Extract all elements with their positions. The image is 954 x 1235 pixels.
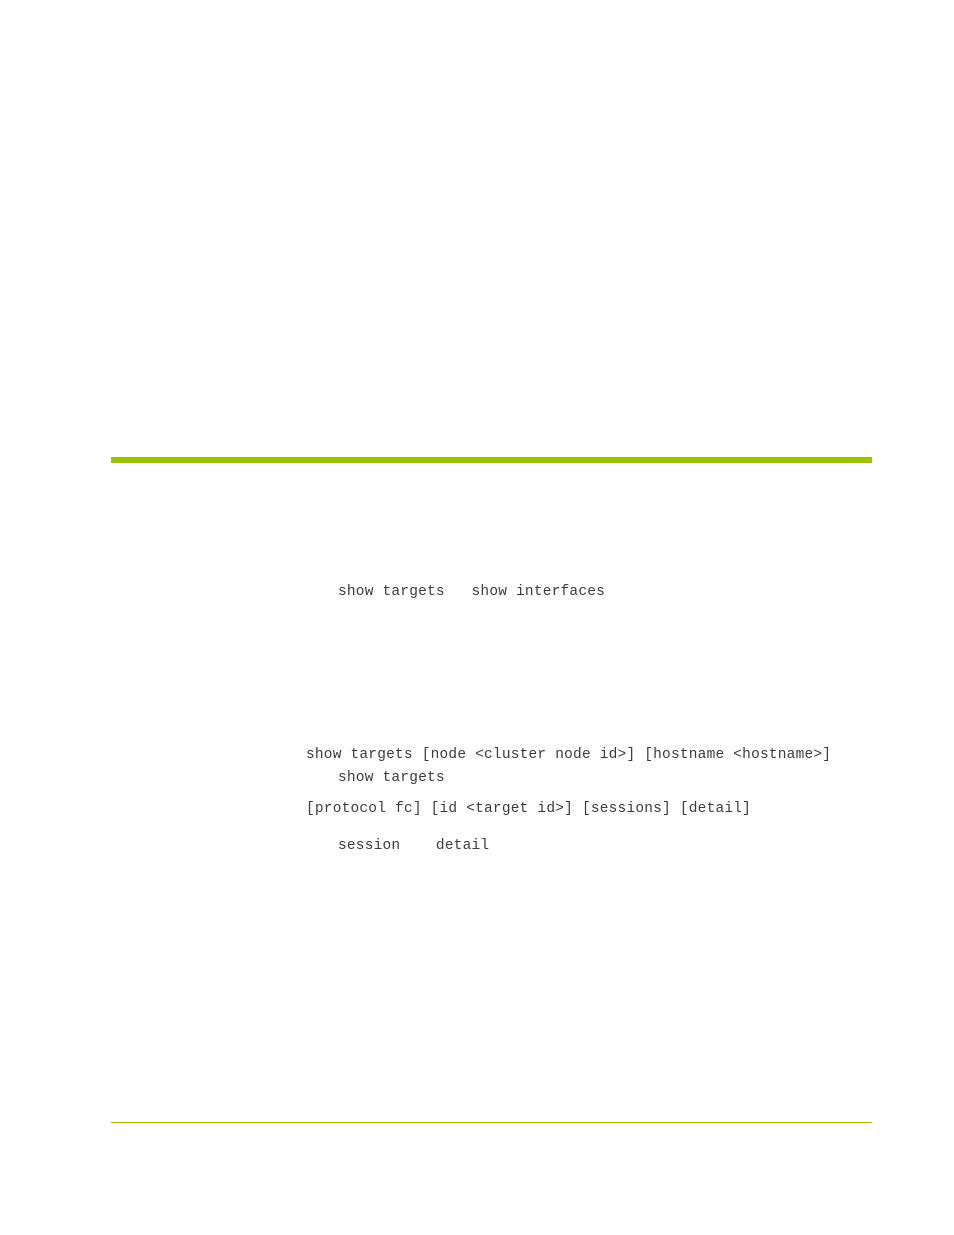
- document-page: show targets show interfaces show target…: [0, 0, 954, 1235]
- command-syntax-line-1: show targets [node <cluster node id>] [h…: [306, 747, 832, 763]
- keyword-reference-pair: session detail: [338, 838, 490, 854]
- command-reference-pair: show targets show interfaces: [338, 584, 606, 600]
- command-reference-single: show targets: [338, 770, 445, 786]
- command-syntax-line-2: [protocol fc] [id <target id>] [sessions…: [306, 801, 752, 817]
- footer-divider-rule: [111, 1122, 872, 1123]
- header-divider-rule: [111, 457, 872, 463]
